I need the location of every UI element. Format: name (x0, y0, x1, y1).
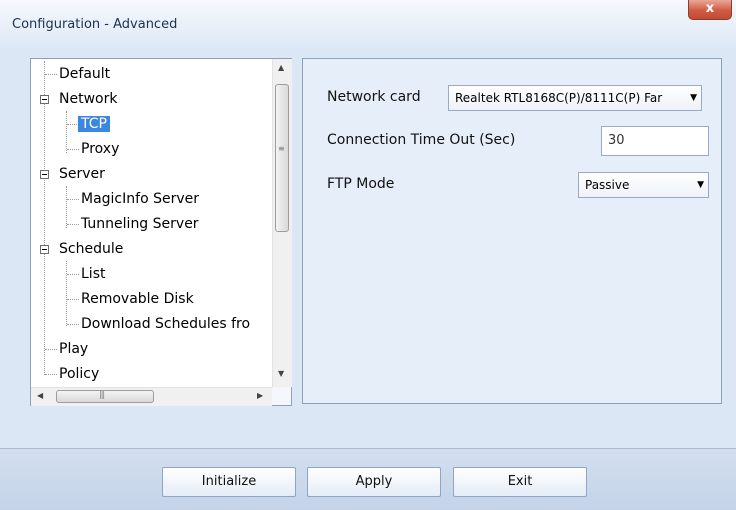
arrow-up-icon[interactable]: ▲ (278, 63, 284, 72)
ftp-mode-value: Passive (585, 178, 630, 192)
tree-item-label: Play (59, 341, 89, 357)
tree-item-label: TCP (78, 116, 110, 132)
tree-item-policy[interactable]: Policy (59, 363, 99, 385)
configuration-window: Configuration - Advanced x Default Netwo… (0, 0, 736, 510)
collapse-box-icon[interactable] (40, 245, 49, 254)
exit-button[interactable]: Exit (453, 467, 587, 497)
chevron-down-icon: ▼ (690, 93, 697, 103)
grip-icon: ||| (99, 390, 105, 399)
tree-item-download-schedules[interactable]: Download Schedules fro (81, 313, 250, 335)
network-card-label: Network card (327, 89, 421, 105)
initialize-button[interactable]: Initialize (162, 467, 296, 497)
tree-item-label: Schedule (59, 241, 124, 257)
tree-connector (67, 299, 79, 300)
arrow-right-icon[interactable]: ▶ (257, 391, 263, 400)
tree-item-label: Tunneling Server (81, 216, 199, 232)
tree-vertical-scrollbar[interactable]: ▲ ≡ ▼ (272, 59, 292, 387)
connection-timeout-input[interactable]: 30 (601, 126, 709, 156)
tree-connector (45, 74, 57, 75)
ftp-mode-label: FTP Mode (327, 176, 395, 192)
tree-item-default[interactable]: Default (59, 63, 110, 85)
tree-item-server[interactable]: Server (59, 163, 105, 185)
network-card-select[interactable]: Realtek RTL8168C(P)/8111C(P) Far ▼ (448, 85, 702, 111)
tree-connector (44, 61, 45, 375)
tree-connector (67, 224, 79, 225)
ftp-mode-select[interactable]: Passive ▼ (578, 172, 709, 198)
title-bar: Configuration - Advanced x (0, 0, 736, 49)
connection-timeout-value: 30 (608, 133, 625, 148)
tree-item-label: MagicInfo Server (81, 191, 199, 207)
tree-item-schedule[interactable]: Schedule (59, 238, 123, 260)
tree-item-magicinfo-server[interactable]: MagicInfo Server (81, 188, 199, 210)
window-title: Configuration - Advanced (12, 17, 178, 32)
tree-horizontal-scrollbar[interactable]: ◀ ||| ▶ (31, 387, 272, 406)
tree-item-proxy[interactable]: Proxy (81, 138, 119, 160)
tree-connector (45, 374, 57, 375)
tree-connector (45, 349, 57, 350)
button-bar: Initialize Apply Exit (0, 448, 736, 510)
tree-item-network[interactable]: Network (59, 88, 117, 110)
tree-item-label: Removable Disk (81, 291, 194, 307)
apply-button[interactable]: Apply (307, 467, 441, 497)
tree-item-removable-disk[interactable]: Removable Disk (81, 288, 194, 310)
network-card-value: Realtek RTL8168C(P)/8111C(P) Far (455, 91, 663, 105)
connection-timeout-label: Connection Time Out (Sec) (327, 132, 516, 148)
tree-item-label: Server (59, 166, 105, 182)
tree-item-label: List (81, 266, 106, 282)
close-button[interactable]: x (688, 0, 732, 20)
vertical-scroll-thumb[interactable]: ≡ (275, 84, 289, 232)
tree-connector (66, 186, 67, 228)
tree-connector (67, 199, 79, 200)
arrow-left-icon[interactable]: ◀ (37, 391, 43, 400)
tcp-settings-panel: Network card Realtek RTL8168C(P)/8111C(P… (302, 58, 722, 404)
tree-connector (66, 111, 67, 153)
chevron-down-icon: ▼ (697, 180, 704, 190)
collapse-box-icon[interactable] (40, 95, 49, 104)
tree-item-label: Policy (59, 366, 100, 382)
tree-connector (67, 274, 79, 275)
close-icon: x (705, 1, 715, 16)
tree-item-label: Default (59, 66, 111, 82)
tree-item-label: Proxy (81, 141, 120, 157)
tree-connector (66, 261, 67, 326)
tree-connector (67, 324, 79, 325)
collapse-box-icon[interactable] (40, 170, 49, 179)
tree-item-label: Network (59, 91, 118, 107)
settings-tree[interactable]: Default Network TCP Proxy Server MagicIn… (31, 59, 272, 387)
tree-item-label: Download Schedules fro (81, 316, 251, 332)
horizontal-scroll-thumb[interactable]: ||| (56, 390, 154, 403)
apply-button-label: Apply (355, 474, 393, 489)
arrow-down-icon[interactable]: ▼ (278, 369, 284, 378)
tree-item-play[interactable]: Play (59, 338, 88, 360)
tree-connector (67, 149, 79, 150)
grip-icon: ≡ (278, 144, 285, 153)
tree-item-tcp[interactable]: TCP (78, 113, 110, 135)
initialize-button-label: Initialize (201, 474, 257, 489)
settings-tree-panel: Default Network TCP Proxy Server MagicIn… (30, 58, 292, 406)
tree-item-list[interactable]: List (81, 263, 105, 285)
tree-item-tunneling-server[interactable]: Tunneling Server (81, 213, 199, 235)
exit-button-label: Exit (507, 474, 533, 489)
